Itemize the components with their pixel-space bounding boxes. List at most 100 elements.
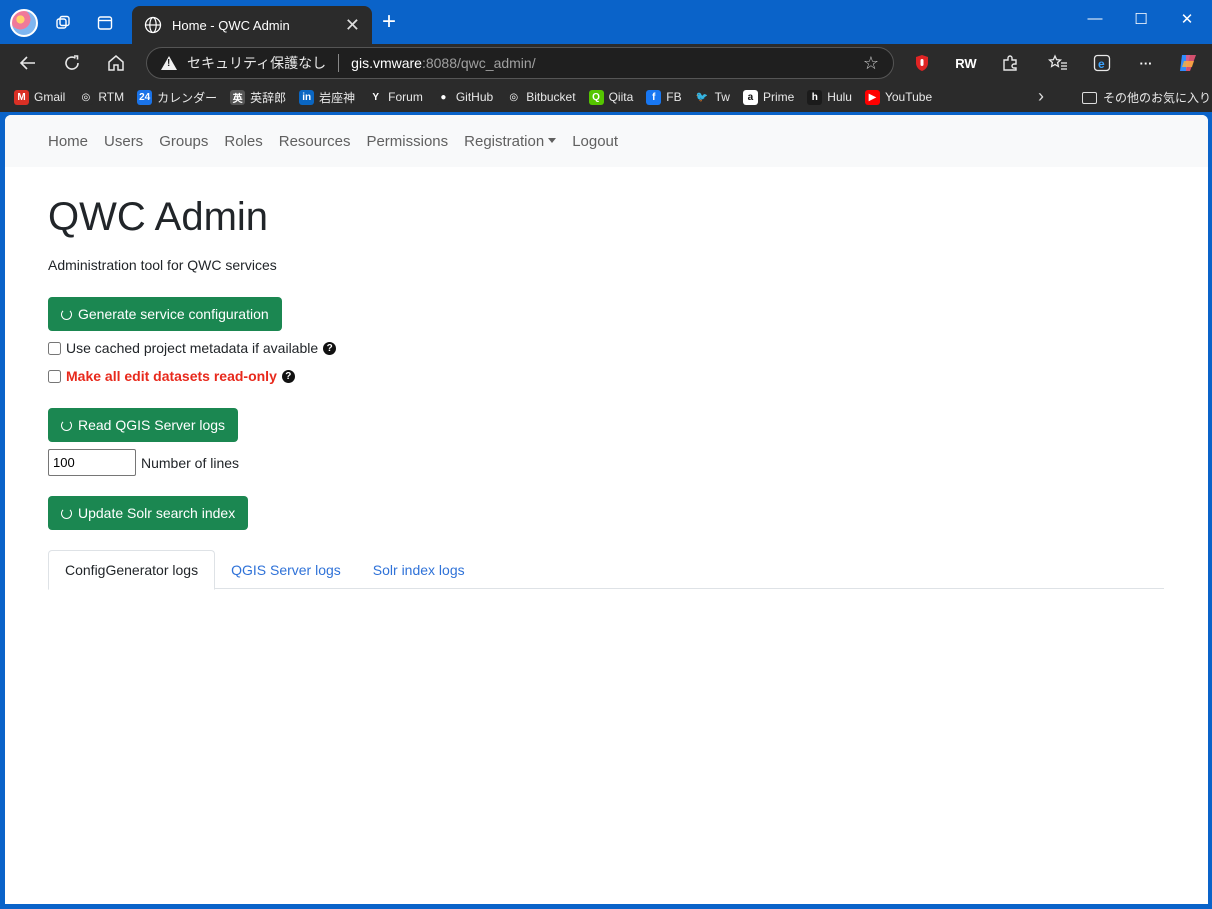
bookmark-prime[interactable]: a Prime (742, 89, 795, 105)
url-host: gis.vmware (351, 55, 422, 71)
bookmark-label: GitHub (455, 90, 494, 104)
nav-registration-dropdown[interactable]: Registration (464, 132, 557, 150)
calendar-icon: 24 (137, 89, 153, 105)
favorites-list-icon[interactable] (1046, 52, 1070, 74)
nav-users[interactable]: Users (104, 133, 143, 150)
new-tab-button[interactable]: + (382, 9, 396, 35)
close-window-button[interactable]: ✕ (1172, 10, 1202, 28)
read-qgis-logs-label: Read QGIS Server logs (78, 417, 226, 433)
copilot-icon[interactable] (1176, 52, 1200, 74)
globe-icon: ◎ (506, 89, 522, 105)
vertical-tabs-icon[interactable] (92, 10, 118, 36)
minimize-button[interactable]: — (1080, 10, 1110, 27)
number-of-lines-label: Number of lines (141, 454, 240, 471)
bookmark-label: Hulu (827, 90, 852, 104)
tab-solr-index-logs[interactable]: Solr index logs (357, 550, 481, 589)
security-label[interactable]: セキュリティ保護なし (187, 53, 326, 73)
gmail-icon: M (14, 89, 29, 105)
title-bar: Home - QWC Admin ✕ + — ☐ ✕ (0, 0, 1212, 44)
forum-icon: Y (368, 89, 384, 105)
bookmark--[interactable]: in 岩座神 (299, 89, 355, 106)
read-qgis-logs-button[interactable]: Read QGIS Server logs (48, 408, 239, 442)
back-button[interactable] (14, 50, 42, 76)
qiita-icon: Q (588, 89, 604, 105)
chevron-right-icon[interactable]: › (1038, 86, 1044, 107)
rw-extension-icon[interactable]: RW (954, 52, 978, 74)
eijiro-icon: 英 (230, 89, 246, 105)
question-circle-icon[interactable]: ? (281, 369, 295, 383)
bookmark-qiita[interactable]: Q Qiita (588, 89, 634, 105)
amazon-icon: a (742, 89, 758, 105)
svg-text:e: e (1098, 57, 1105, 71)
update-solr-button[interactable]: Update Solr search index (48, 496, 249, 530)
bookmark-label: Gmail (34, 90, 66, 104)
youtube-icon: ▶ (864, 89, 880, 105)
bookmark-tw[interactable]: 🐦 Tw (694, 89, 730, 105)
nav-logout[interactable]: Logout (572, 133, 618, 150)
bookmark-github[interactable]: ● GitHub (435, 89, 494, 105)
generate-config-button[interactable]: Generate service configuration (48, 297, 282, 331)
adblock-extension-icon[interactable] (910, 52, 934, 74)
reload-button[interactable] (58, 50, 86, 76)
nav-registration-label: Registration (464, 132, 545, 150)
log-tabs: ConfigGenerator logs QGIS Server logs So… (48, 550, 1164, 590)
ie-mode-icon[interactable]: e (1090, 52, 1114, 74)
profile-avatar[interactable] (10, 9, 38, 37)
bookmark-youtube[interactable]: ▶ YouTube (864, 89, 933, 105)
linkedin-icon: in (299, 89, 315, 105)
readonly-checkbox[interactable] (48, 369, 61, 383)
tab-qgis-server-logs[interactable]: QGIS Server logs (215, 550, 357, 589)
bookmark-gmail[interactable]: M Gmail (14, 89, 66, 105)
globe-icon (144, 16, 162, 34)
favorite-star-icon[interactable]: ☆ (863, 53, 879, 74)
more-menu-icon[interactable]: ··· (1134, 52, 1158, 74)
bookmark-other-favorites[interactable]: その他のお気に入り (1082, 89, 1211, 106)
reload-icon (65, 55, 79, 70)
browser-toolbar: セキュリティ保護なし gis.vmware:8088/qwc_admin/ ☆ … (0, 44, 1212, 82)
bookmark-fb[interactable]: f FB (646, 89, 682, 105)
browser-tab-active[interactable]: Home - QWC Admin ✕ (132, 6, 372, 44)
cached-metadata-checkbox[interactable] (48, 341, 61, 355)
folder-icon (1082, 91, 1097, 104)
home-button[interactable] (102, 50, 130, 76)
bookmark-label: YouTube (884, 90, 933, 104)
bookmark--[interactable]: 24 カレンダー (137, 89, 217, 106)
generate-config-label: Generate service configuration (78, 306, 269, 322)
url-path: :8088/qwc_admin/ (421, 55, 536, 71)
refresh-icon (61, 507, 72, 519)
bookmark-label: Prime (762, 90, 795, 104)
globe-icon: ◎ (78, 89, 94, 105)
workspaces-icon[interactable] (50, 10, 76, 36)
bookmark-rtm[interactable]: ◎ RTM (78, 89, 124, 105)
other-favorites-label: その他のお気に入り (1103, 91, 1212, 105)
page-viewport: Home Users Groups Roles Resources Permis… (5, 115, 1208, 904)
bookmark--[interactable]: 英英辞郎 (230, 89, 286, 106)
bookmark-hulu[interactable]: h Hulu (807, 89, 852, 105)
nav-groups[interactable]: Groups (159, 133, 208, 150)
extensions-puzzle-icon[interactable] (998, 52, 1022, 74)
bookmarks-bar: M Gmail ◎ RTM 24 カレンダー英英辞郎 in 岩座神 Y Forum ● GitHub ◎… (0, 82, 1212, 112)
nav-permissions[interactable]: Permissions (366, 133, 448, 150)
tab-close-icon[interactable]: ✕ (345, 15, 360, 36)
tab-configgenerator-logs[interactable]: ConfigGenerator logs (48, 550, 216, 590)
bookmark-label: Qiita (608, 90, 634, 104)
bookmark-label: 岩座神 (319, 90, 356, 105)
main-content: QWC Admin Administration tool for QWC se… (48, 167, 1164, 590)
page-subtitle: Administration tool for QWC services (48, 257, 277, 273)
cached-metadata-row: Use cached project metadata if available… (48, 340, 1164, 356)
page-title: QWC Admin (48, 195, 269, 239)
readonly-label: Make all edit datasets read-only (66, 368, 277, 384)
address-bar[interactable]: セキュリティ保護なし gis.vmware:8088/qwc_admin/ ☆ (146, 47, 894, 79)
bookmark-forum[interactable]: Y Forum (368, 89, 423, 105)
github-icon: ● (435, 89, 451, 105)
nav-home[interactable]: Home (48, 133, 88, 150)
bookmark-bitbucket[interactable]: ◎ Bitbucket (506, 89, 576, 105)
nav-resources[interactable]: Resources (279, 133, 351, 150)
maximize-button[interactable]: ☐ (1126, 10, 1156, 28)
bookmark-label: Tw (714, 90, 730, 104)
tab-title: Home - QWC Admin (172, 17, 290, 33)
number-of-lines-input[interactable] (48, 449, 136, 476)
question-circle-icon[interactable]: ? (323, 341, 337, 355)
refresh-icon (61, 308, 72, 320)
nav-roles[interactable]: Roles (224, 133, 262, 150)
